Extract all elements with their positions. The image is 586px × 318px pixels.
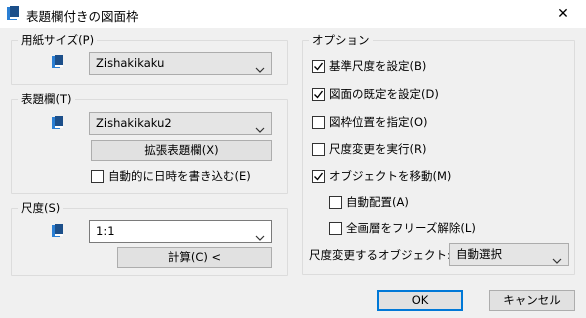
check-icon <box>314 172 324 181</box>
option-label: 基準尺度を設定(B) <box>329 59 427 73</box>
option-checkbox-drawing-defaults[interactable]: 図面の既定を設定(D) <box>312 86 439 102</box>
title-bar: 表題欄付きの図面枠 ✕ <box>0 0 586 28</box>
option-checkbox-thaw-layers[interactable]: 全画層をフリーズ解除(L) <box>329 220 476 236</box>
checkbox-box <box>312 142 325 156</box>
option-checkbox-move-objects[interactable]: オブジェクトを移動(M) <box>312 168 451 184</box>
paper-size-icon <box>52 55 64 70</box>
option-checkbox-base-scale[interactable]: 基準尺度を設定(B) <box>312 58 426 74</box>
checkbox-box <box>312 115 325 129</box>
options-group <box>302 40 575 275</box>
check-icon <box>314 62 324 71</box>
check-icon <box>314 90 324 99</box>
close-icon: ✕ <box>557 6 569 22</box>
scale-label: 尺度(S) <box>18 201 64 215</box>
chevron-down-icon <box>255 120 265 133</box>
paper-size-select[interactable]: Zishakikaku <box>89 52 272 75</box>
chevron-down-icon <box>552 251 562 264</box>
auto-datetime-checkbox[interactable]: 自動的に日時を書き込む(E) <box>91 168 251 184</box>
option-checkbox-auto-arrange[interactable]: 自動配置(A) <box>329 194 409 210</box>
scale-objects-label: 尺度変更するオブジェクト: <box>309 248 451 262</box>
chevron-down-icon <box>255 228 265 241</box>
checkbox-box <box>329 221 342 235</box>
scale-value: 1:1 <box>96 224 115 238</box>
checkbox-box <box>91 169 104 183</box>
option-label: 図枠位置を指定(O) <box>329 115 428 129</box>
options-label: オプション <box>309 33 373 47</box>
option-label: 全画層をフリーズ解除(L) <box>346 221 476 235</box>
option-label: 図面の既定を設定(D) <box>329 87 439 101</box>
app-icon <box>6 6 20 22</box>
calculate-scale-button[interactable]: 計算(C) < <box>117 247 272 268</box>
scale-objects-select[interactable]: 自動選択 <box>449 243 569 266</box>
option-label: 自動配置(A) <box>346 195 409 209</box>
option-label: 尺度変更を実行(R) <box>329 142 427 156</box>
paper-size-value: Zishakikaku <box>96 56 165 70</box>
close-button[interactable]: ✕ <box>540 0 586 28</box>
chevron-down-icon <box>255 60 265 73</box>
checkbox-box <box>329 195 342 209</box>
option-label: オブジェクトを移動(M) <box>329 169 452 183</box>
ok-button[interactable]: OK <box>377 290 463 311</box>
paper-size-label: 用紙サイズ(P) <box>18 33 98 47</box>
cancel-button[interactable]: キャンセル <box>489 290 575 311</box>
option-checkbox-frame-position[interactable]: 図枠位置を指定(O) <box>312 114 428 130</box>
scale-objects-value: 自動選択 <box>456 247 502 261</box>
window-title: 表題欄付きの図面枠 <box>26 9 139 24</box>
option-checkbox-rescale[interactable]: 尺度変更を実行(R) <box>312 141 426 157</box>
title-block-icon <box>52 116 64 131</box>
title-block-select[interactable]: Zishakikaku2 <box>89 112 272 135</box>
checkbox-box <box>312 59 325 73</box>
scale-icon <box>52 224 64 239</box>
scale-combobox[interactable]: 1:1 <box>89 220 272 243</box>
title-block-value: Zishakikaku2 <box>96 116 172 130</box>
extend-title-block-button[interactable]: 拡張表題欄(X) <box>91 140 272 161</box>
checkbox-box <box>312 87 325 101</box>
title-block-label: 表題欄(T) <box>18 92 75 106</box>
auto-datetime-label: 自動的に日時を書き込む(E) <box>108 169 251 183</box>
checkbox-box <box>312 169 325 183</box>
